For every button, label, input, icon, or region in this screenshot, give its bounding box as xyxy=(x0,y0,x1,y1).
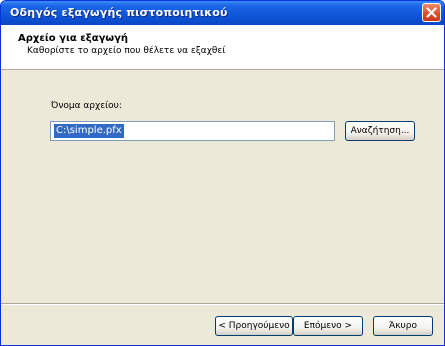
page-title: Αρχείο για εξαγωγή xyxy=(18,33,128,44)
cancel-button[interactable]: Άκυρο xyxy=(373,316,433,336)
title-bar[interactable]: Οδηγός εξαγωγής πιστοποιητικού xyxy=(1,1,444,25)
file-name-label: Όνομα αρχείου: xyxy=(51,101,122,111)
close-button[interactable] xyxy=(422,3,441,22)
wizard-header: Αρχείο για εξαγωγή Καθορίστε το αρχείο π… xyxy=(1,25,444,70)
file-name-input[interactable]: C:\simple.pfx xyxy=(50,121,335,141)
file-name-value: C:\simple.pfx xyxy=(54,124,124,138)
browse-button[interactable]: Αναζήτηση... xyxy=(345,121,415,141)
back-button[interactable]: < Προηγούμενο xyxy=(215,316,293,336)
close-icon xyxy=(426,7,437,18)
window-title: Οδηγός εξαγωγής πιστοποιητικού xyxy=(10,6,228,19)
page-subtitle: Καθορίστε το αρχείο που θέλετε να εξαχθε… xyxy=(27,46,226,56)
next-button[interactable]: Επόμενο > xyxy=(293,316,363,336)
wizard-window: Οδηγός εξαγωγής πιστοποιητικού Αρχείο γι… xyxy=(0,0,445,346)
footer-separator xyxy=(1,303,444,305)
